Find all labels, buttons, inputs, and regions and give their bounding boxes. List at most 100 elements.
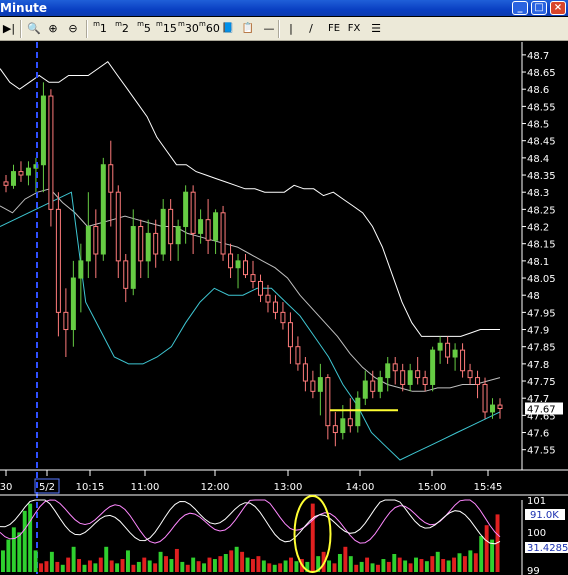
time-tick-label: 15:00	[418, 482, 447, 493]
volume-bar	[1, 550, 5, 572]
candle-body	[40, 95, 46, 166]
candle-body	[123, 260, 129, 289]
candle-body	[243, 260, 249, 276]
candle-body	[85, 226, 91, 262]
fx-icon[interactable]: FX	[346, 20, 362, 38]
price-tick-label: 48.2	[527, 223, 549, 234]
price-tick-label: 48.35	[527, 171, 556, 182]
volume-bar	[261, 560, 266, 572]
interval-15-button[interactable]: m15	[156, 20, 177, 38]
interval-60-button[interactable]: m60	[199, 20, 220, 38]
candle-body	[265, 294, 271, 303]
candle-body	[355, 397, 361, 427]
volume-bar	[71, 546, 76, 572]
candle-body	[10, 171, 16, 186]
volume-bar	[87, 560, 92, 572]
candle-body	[317, 377, 323, 392]
volume-bar	[28, 503, 33, 572]
candle-body	[190, 191, 196, 234]
candle-body	[168, 208, 174, 245]
interval-1-button[interactable]: m1	[92, 20, 108, 38]
candle-body	[362, 380, 368, 399]
volume-tick-label: 99	[527, 566, 540, 575]
play-end-icon[interactable]: ▶|	[2, 20, 16, 38]
book-icon[interactable]: 📘	[220, 20, 236, 38]
vertical-line-icon[interactable]: |	[286, 20, 296, 38]
volume-bar	[66, 557, 71, 572]
volume-bar	[381, 559, 386, 572]
price-chart[interactable]: 48.7 48.65 48.6 48.55 48.5 48.45 48.4 48.35 48.3…	[0, 42, 568, 575]
candle-body	[18, 171, 24, 176]
volume-bar	[98, 557, 103, 572]
candle-body	[213, 212, 219, 241]
volume-bar	[289, 557, 293, 572]
candle-body	[198, 219, 204, 234]
volume-bar	[158, 551, 163, 572]
last-price-label: 47.67	[527, 405, 556, 416]
candle-body	[205, 219, 211, 241]
minimize-button[interactable]: _	[512, 1, 528, 15]
clipboard-icon[interactable]: 📋	[240, 20, 256, 38]
interval-2-button[interactable]: m2	[114, 20, 130, 38]
toolbar-separator	[86, 20, 88, 38]
candle-body	[235, 260, 241, 269]
horizontal-line-icon[interactable]: —	[262, 20, 276, 38]
trendline-icon[interactable]: /	[304, 20, 318, 38]
volume-bar	[55, 561, 60, 572]
volume-bar	[310, 503, 315, 572]
close-button[interactable]: ×	[550, 1, 566, 15]
candle-body	[257, 280, 263, 296]
interval-30-button[interactable]: m30	[178, 20, 199, 38]
toolbar: ▶| 🔍 ⊕ ⊖ m1 m2 m5 m15 m30 m60 📘 📋 — | / …	[0, 17, 568, 41]
candle-body	[490, 404, 496, 413]
candle-body	[445, 342, 451, 358]
volume-tick-label: 100	[527, 528, 546, 539]
volume-bar	[332, 563, 337, 572]
interval-5-button[interactable]: m5	[136, 20, 152, 38]
zoom-glass-icon[interactable]: 🔍	[26, 20, 42, 38]
indicator-line-white	[0, 499, 501, 545]
volume-bar	[169, 559, 174, 572]
volume-bar	[359, 561, 364, 572]
volume-bar	[22, 510, 27, 572]
candle-body	[370, 380, 376, 392]
zoom-in-icon[interactable]: ⊕	[46, 20, 60, 38]
time-tick-label: 13:00	[274, 482, 303, 493]
fib-extension-icon[interactable]: FE	[326, 20, 342, 38]
price-tick-label: 47.85	[527, 343, 556, 354]
volume-bar	[365, 557, 370, 572]
zoom-out-icon[interactable]: ⊖	[66, 20, 80, 38]
volume-bar	[392, 554, 397, 572]
indicator-value-label: 31.4285	[527, 543, 568, 554]
candle-body	[302, 363, 308, 382]
list-icon[interactable]: ☰	[368, 20, 384, 38]
volume-bar	[104, 546, 109, 572]
volume-tick-label: 101	[527, 496, 546, 507]
volume-bar	[370, 563, 375, 572]
volume-bar	[33, 550, 38, 572]
candle-body	[340, 418, 346, 434]
volume-bar	[207, 557, 212, 572]
candlesticks	[3, 82, 503, 447]
volume-bar	[484, 525, 489, 572]
price-tick-label: 47.75	[527, 377, 556, 388]
volume-bar	[185, 564, 190, 572]
title-bar[interactable]: Minute _ □ ×	[0, 0, 568, 16]
time-tick-label: 15:45	[474, 482, 503, 493]
candle-body	[108, 164, 114, 193]
volume-bar	[115, 563, 120, 572]
candle-body	[25, 167, 31, 176]
volume-bar	[120, 559, 125, 572]
time-tick-label: 10:15	[76, 482, 105, 493]
volume-bar	[77, 559, 82, 572]
price-tick-label: 48	[527, 291, 540, 302]
price-tick-label: 48.4	[527, 154, 549, 165]
volume-bar	[11, 527, 16, 572]
candle-body	[452, 349, 458, 358]
volume-bar	[142, 557, 147, 572]
volume-bar	[126, 550, 130, 572]
volume-bar	[191, 557, 196, 572]
maximize-button[interactable]: □	[531, 1, 547, 15]
volume-bar	[468, 550, 473, 572]
volume-bar	[180, 561, 185, 572]
